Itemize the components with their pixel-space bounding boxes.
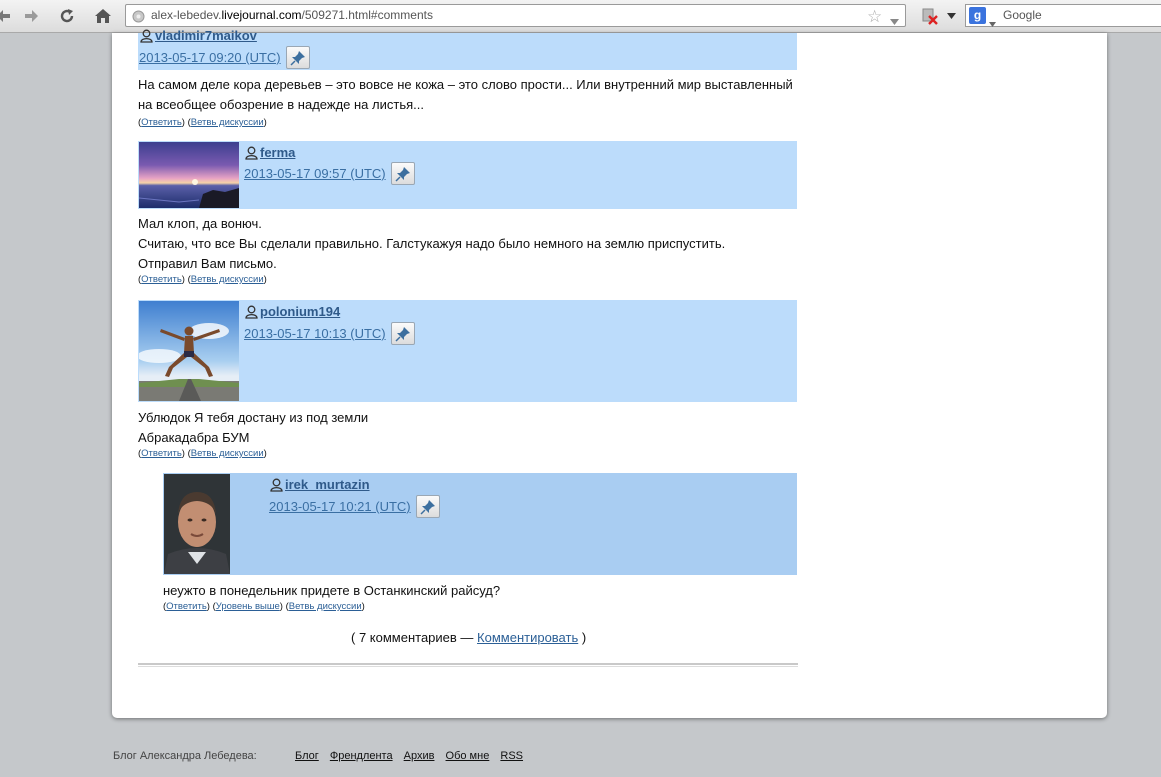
comment-text: Отправил Вам письмо.	[138, 256, 277, 271]
comment-date-link[interactable]: 2013-05-17 09:20 (UTC)	[139, 50, 281, 65]
reply-link[interactable]: Ответить	[141, 448, 182, 459]
thread-link[interactable]: Ветвь дискуссии	[191, 274, 264, 285]
thread-link[interactable]: Ветвь дискуссии	[191, 117, 264, 128]
comment-username[interactable]: ferma	[260, 145, 295, 160]
comment-text: Абракадабра БУМ	[138, 430, 250, 445]
reply-link[interactable]: Ответить	[141, 117, 182, 128]
avatar[interactable]	[138, 142, 239, 213]
comment-actions: (Ответить) (Ветвь дискуссии)	[138, 117, 267, 128]
comment-nested: irek_murtazin 2013-05-17 10:21 (UTC) неу…	[163, 473, 798, 613]
reply-link[interactable]: Ответить	[141, 274, 182, 285]
comment: ferma 2013-05-17 09:57 (UTC) Мал клоп, д…	[138, 141, 798, 286]
comment-username[interactable]: irek_murtazin	[285, 477, 370, 492]
page-container: vladimir7maikov 2013-05-17 09:20 (UTC) Н…	[112, 28, 1107, 718]
comment-text: неужто в понедельник придете в Останкинс…	[163, 583, 501, 598]
pin-icon[interactable]	[390, 162, 415, 185]
comment-date-link[interactable]: 2013-05-17 10:21 (UTC)	[269, 499, 411, 514]
pin-icon[interactable]	[415, 495, 440, 518]
address-bar[interactable]: alex-lebedev.livejournal.com/509271.html…	[125, 4, 906, 27]
footer-link-blog[interactable]: Блог	[295, 750, 319, 762]
comment-header: polonium194 2013-05-17 10:13 (UTC)	[137, 300, 797, 402]
back-button[interactable]	[0, 5, 14, 27]
footer-link-archive[interactable]: Архив	[404, 750, 435, 762]
search-placeholder: Google	[1003, 8, 1042, 22]
chevron-down-icon[interactable]	[989, 13, 996, 34]
pin-icon[interactable]	[285, 46, 310, 69]
comment-username[interactable]: vladimir7maikov	[155, 28, 257, 43]
comments-summary: ( 7 комментариев — Комментировать )	[351, 630, 587, 645]
thread-link[interactable]: Ветвь дискуссии	[289, 601, 362, 612]
footer: Блог Александра Лебедева: Блог Френдлент…	[113, 750, 523, 762]
chevron-down-icon[interactable]	[945, 6, 957, 26]
comment-actions: (Ответить) (Уровень выше) (Ветвь дискусс…	[163, 601, 365, 612]
comment-header: ferma 2013-05-17 09:57 (UTC)	[138, 141, 797, 209]
user-icon[interactable]	[270, 478, 283, 492]
chevron-down-icon[interactable]	[890, 11, 899, 32]
url-text: alex-lebedev.livejournal.com/509271.html…	[151, 8, 433, 22]
globe-icon	[132, 9, 145, 30]
add-comment-link[interactable]: Комментировать	[477, 630, 578, 645]
comment-date-link[interactable]: 2013-05-17 09:57 (UTC)	[244, 166, 386, 181]
comment-text: Ублюдок Я тебя достану из под земли	[138, 410, 369, 425]
home-icon[interactable]	[92, 5, 114, 27]
reply-link[interactable]: Ответить	[166, 601, 207, 612]
comment-username[interactable]: polonium194	[260, 304, 340, 319]
comment-date-link[interactable]: 2013-05-17 10:13 (UTC)	[244, 326, 386, 341]
comment-header: irek_murtazin 2013-05-17 10:21 (UTC)	[163, 473, 797, 575]
comment-actions: (Ответить) (Ветвь дискуссии)	[138, 274, 267, 285]
divider	[138, 663, 798, 667]
google-icon: g	[969, 7, 986, 24]
avatar[interactable]	[164, 474, 230, 579]
comment-text: Считаю, что все Вы сделали правильно. Га…	[138, 236, 726, 251]
reload-icon[interactable]	[56, 5, 78, 27]
thread-link[interactable]: Ветвь дискуссии	[191, 448, 264, 459]
search-input[interactable]: g Google	[965, 4, 1161, 27]
comment-text: На самом деле кора деревьев – это вовсе …	[138, 77, 793, 92]
user-icon[interactable]	[140, 29, 153, 43]
footer-link-about[interactable]: Обо мне	[446, 750, 490, 762]
comment-text: на всеобщее обозрение в надежде на листь…	[138, 97, 424, 112]
parent-link[interactable]: Уровень выше	[216, 601, 280, 612]
footer-link-rss[interactable]: RSS	[500, 750, 523, 762]
bookmark-star-icon[interactable]: ☆	[867, 6, 882, 27]
comment-header: vladimir7maikov 2013-05-17 09:20 (UTC)	[138, 28, 797, 70]
footer-link-friends[interactable]: Френдлента	[330, 750, 393, 762]
comment: polonium194 2013-05-17 10:13 (UTC) Ублюд…	[137, 300, 798, 460]
user-icon[interactable]	[245, 305, 258, 319]
addon-block-icon[interactable]	[918, 6, 940, 26]
user-icon[interactable]	[245, 146, 258, 160]
comment-text: Мал клоп, да вонюч.	[138, 216, 262, 231]
comment: vladimir7maikov 2013-05-17 09:20 (UTC) Н…	[138, 28, 798, 129]
forward-button[interactable]	[21, 5, 43, 27]
pin-icon[interactable]	[390, 322, 415, 345]
footer-label: Блог Александра Лебедева:	[113, 750, 257, 762]
comment-actions: (Ответить) (Ветвь дискуссии)	[138, 448, 267, 459]
avatar[interactable]	[137, 301, 239, 406]
